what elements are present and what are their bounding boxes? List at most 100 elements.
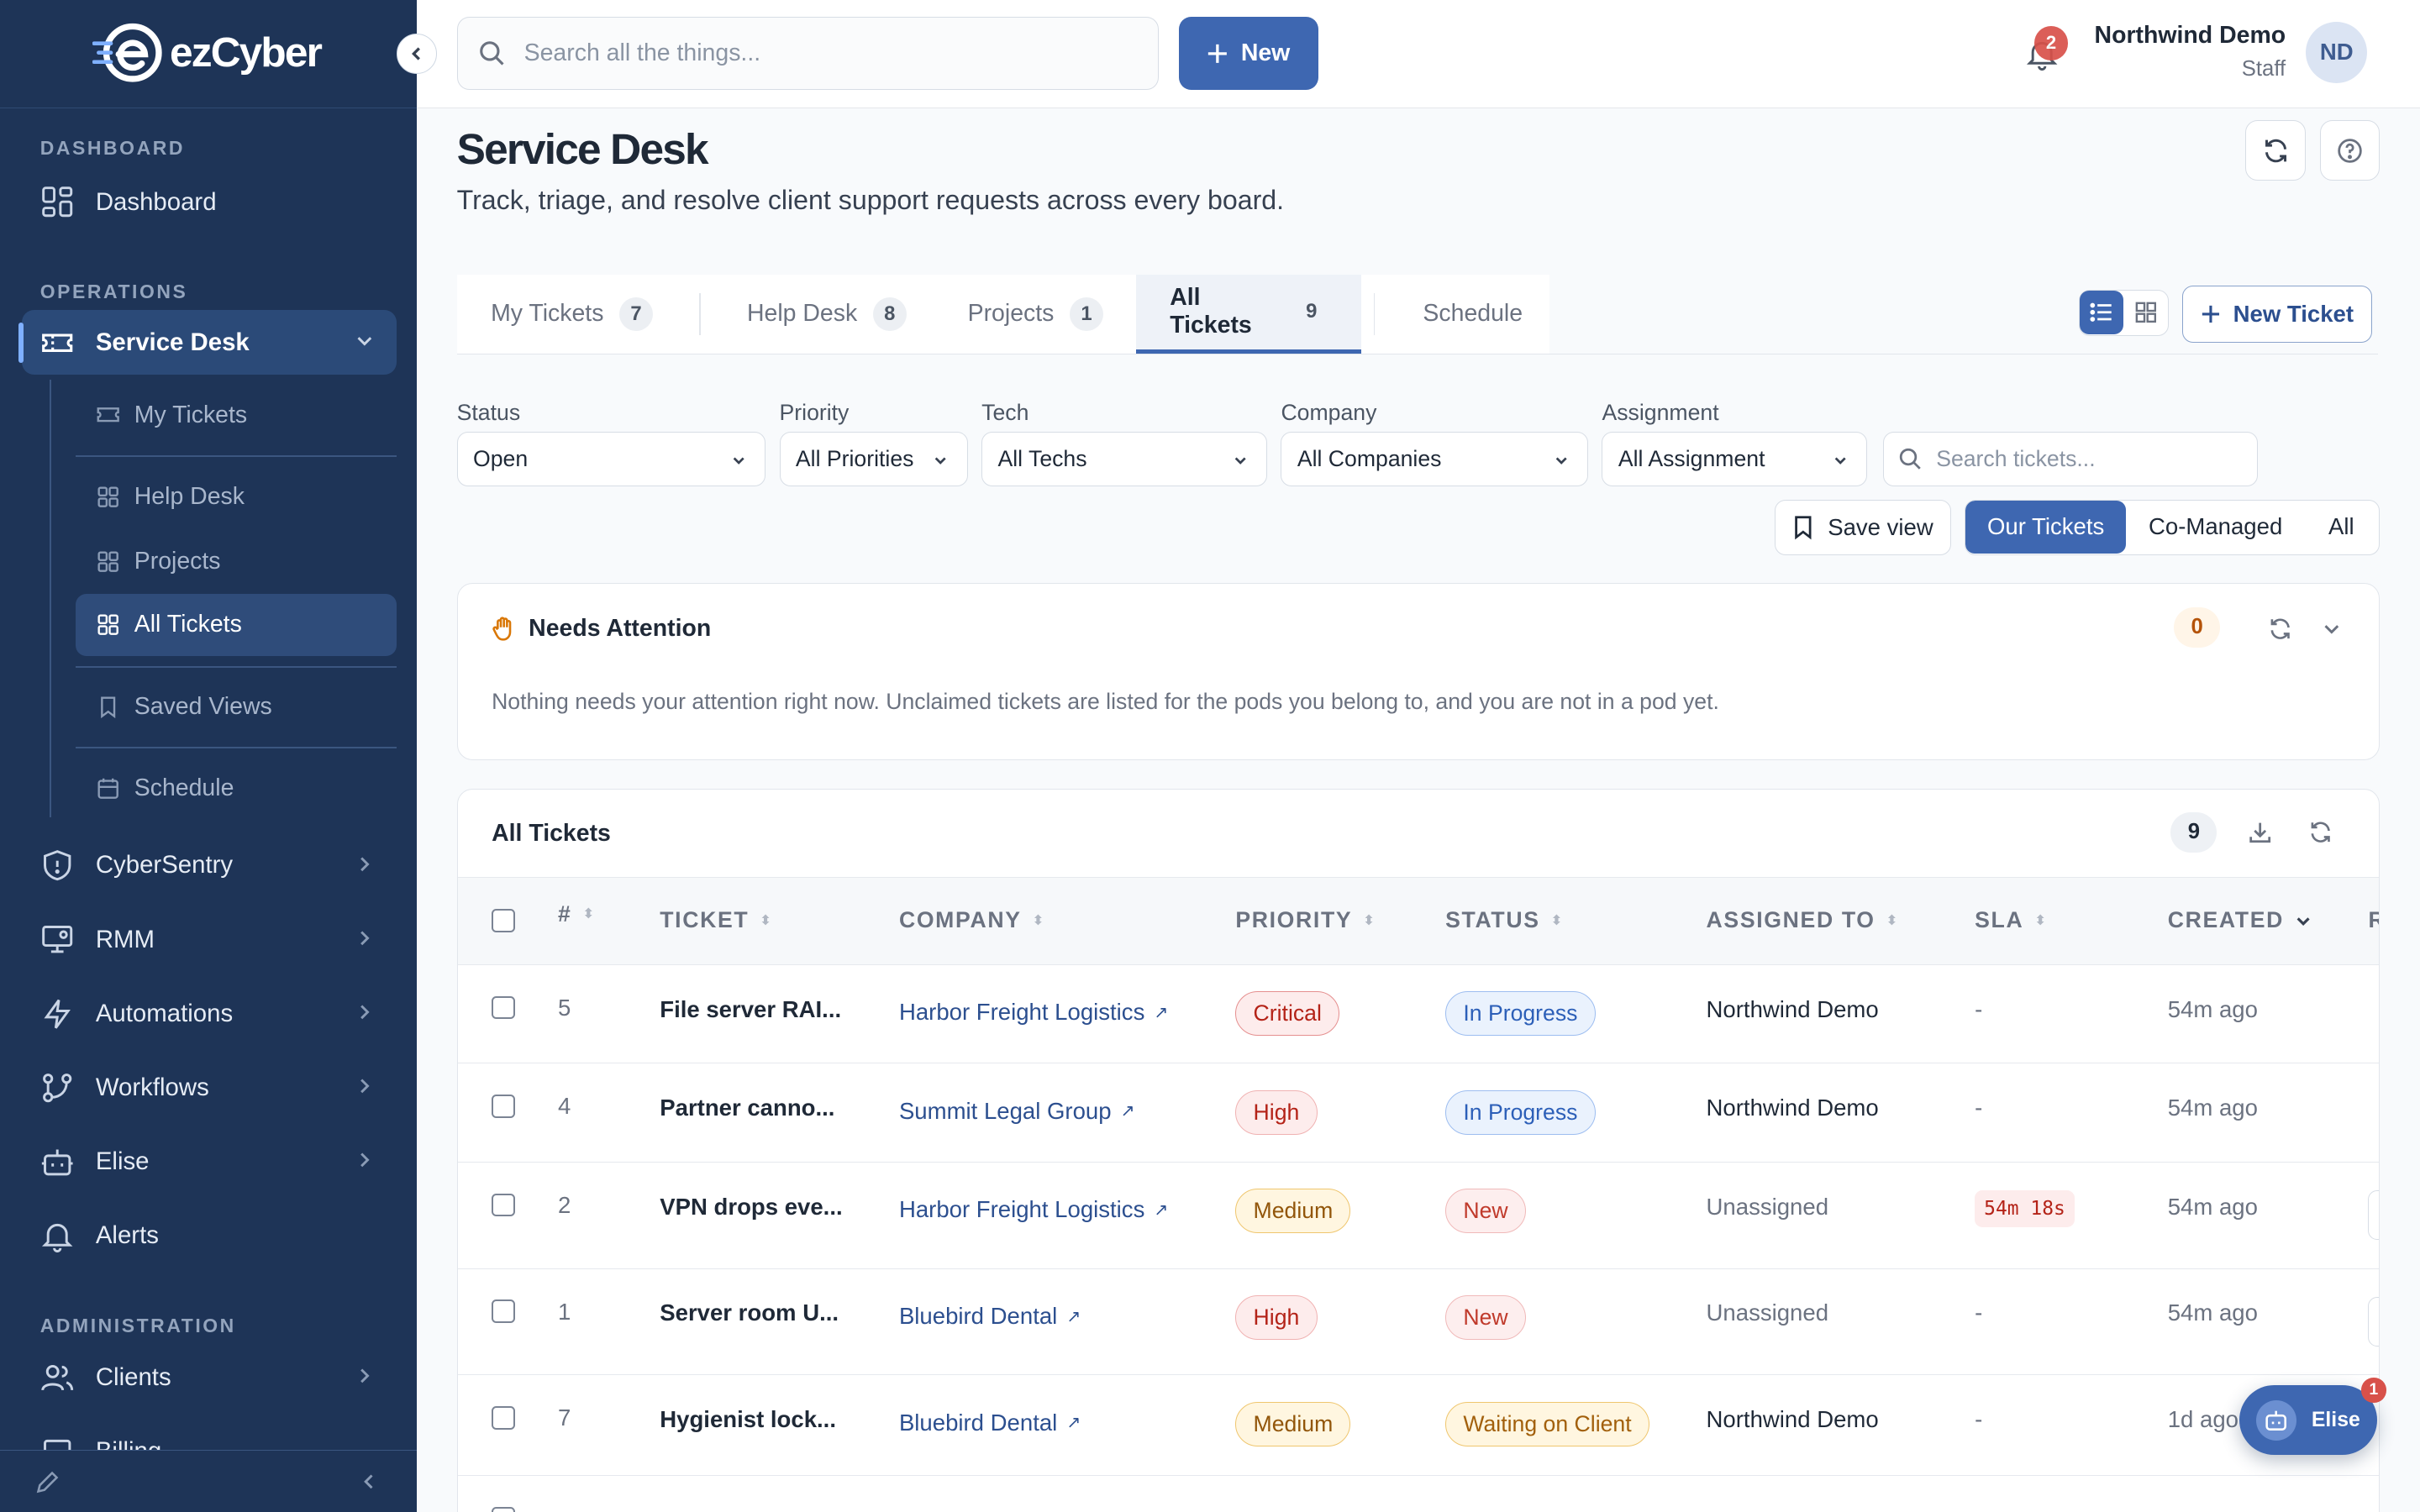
filter-priority-select[interactable]: All Priorities (779, 432, 968, 486)
sidebar-item-rmm[interactable]: RMM (22, 907, 397, 972)
row-checkbox[interactable] (492, 995, 515, 1020)
status-badge[interactable]: New (1445, 1294, 1526, 1341)
download-icon[interactable] (2248, 820, 2272, 844)
row-checkbox[interactable] (492, 1406, 515, 1430)
filter-assignment-select[interactable]: All Assignment (1602, 432, 1868, 486)
col-company[interactable]: COMPANY ⬍ (899, 907, 1045, 933)
logo[interactable]: ezCyber (92, 22, 323, 83)
external-link-icon: ↗ (1066, 1414, 1081, 1433)
sidebar-subitem-my-tickets[interactable]: My Tickets (76, 384, 397, 445)
row-action-button[interactable] (2368, 1190, 2380, 1240)
sidebar-subitem-help-desk[interactable]: Help Desk (76, 466, 397, 528)
col-priority[interactable]: PRIORITY ⬍ (1235, 907, 1376, 933)
chevron-left-icon[interactable] (358, 1471, 380, 1493)
sidebar-item-service-desk[interactable]: Service Desk (18, 310, 397, 375)
sidebar-item-clients[interactable]: Clients (22, 1346, 397, 1410)
table-row[interactable]: 7 Hygienist lock... Bluebird Dental ↗ Med… (457, 1375, 2380, 1476)
save-view-button[interactable]: Save view (1775, 500, 1951, 556)
col-status[interactable]: STATUS ⬍ (1445, 907, 1564, 933)
col-created[interactable]: CREATED (2168, 907, 2312, 933)
row-checkbox[interactable] (492, 1193, 515, 1217)
filter-tech-select[interactable]: All Techs (981, 432, 1267, 486)
scope-our-tickets[interactable]: Our Tickets (1965, 501, 2127, 554)
company-link[interactable]: Harbor Freight Logistics ↗ (899, 1196, 1168, 1223)
sidebar-item-automations[interactable]: Automations (22, 981, 397, 1046)
sidebar-item-elise[interactable]: Elise (22, 1129, 397, 1194)
company-link[interactable]: Summit Legal Group ↗ (899, 1098, 1135, 1125)
col-sla[interactable]: SLA ⬍ (1975, 907, 2048, 933)
ticket-title[interactable]: Server room U... (660, 1299, 839, 1326)
col-assigned[interactable]: ASSIGNED TO ⬍ (1707, 907, 1899, 933)
table-row[interactable]: 4 Partner canno... Summit Legal Group ↗ H… (457, 1063, 2380, 1163)
scope-all[interactable]: All (2305, 501, 2377, 553)
filter-status-select[interactable]: Open (456, 432, 765, 486)
status-badge[interactable]: In Progress (1445, 1089, 1596, 1135)
company-link[interactable]: Harbor Freight Logistics ↗ (899, 999, 1168, 1026)
col-extra[interactable]: R (2368, 907, 2379, 933)
chevron-down-icon (733, 457, 744, 465)
sidebar-item-alerts[interactable]: Alerts (22, 1204, 397, 1268)
plus-icon (2202, 305, 2220, 323)
sidebar-subitem-projects[interactable]: Projects (76, 531, 397, 592)
col-label: ASSIGNED TO (1706, 907, 1876, 933)
refresh-icon[interactable] (2268, 617, 2292, 641)
status-badge[interactable]: In Progress (1445, 991, 1596, 1037)
status-badge[interactable]: New (1445, 1189, 1526, 1234)
ticket-title[interactable]: VPN drops eve... (660, 1194, 842, 1221)
status-badge[interactable]: Waiting on Client (1445, 1401, 1649, 1446)
filter-company-select[interactable]: All Companies (1281, 432, 1588, 486)
sidebar-subitem-schedule[interactable]: Schedule (76, 758, 397, 819)
tab-projects[interactable]: Projects 1 (968, 275, 1104, 354)
sidebar-item-cybersentry[interactable]: CyberSentry (22, 833, 397, 898)
company-link[interactable]: Bluebird Dental ↗ (899, 1410, 1081, 1436)
grid-view-button[interactable] (2123, 291, 2167, 333)
ticket-title[interactable]: File server RAI... (660, 996, 841, 1023)
new-ticket-button[interactable]: New Ticket (2182, 285, 2372, 343)
row-checkbox[interactable] (492, 1506, 515, 1512)
lightning-icon (44, 999, 71, 1029)
col-num[interactable]: # ⬍ (558, 901, 596, 927)
chevron-down-icon (1555, 457, 1567, 465)
sidebar-subitem-saved-views[interactable]: Saved Views (76, 675, 397, 737)
company-link[interactable]: Bluebird Dental ↗ (899, 1303, 1081, 1330)
table-row[interactable]: 1 Server room U... Bluebird Dental ↗ High… (457, 1269, 2380, 1376)
tab-all-tickets[interactable]: All Tickets 9 (1135, 274, 1361, 354)
sidebar-subitem-all-tickets[interactable]: All Tickets (75, 594, 397, 656)
tab-help-desk[interactable]: Help Desk 8 (747, 275, 907, 354)
table-row[interactable]: 2 VPN drops eve... Harbor Freight Logist… (457, 1163, 2380, 1269)
created-time: 54m ago (2167, 1095, 2258, 1121)
new-button[interactable]: New (1179, 17, 1318, 90)
help-button[interactable] (2319, 120, 2381, 181)
collapse-sidebar-button[interactable] (397, 34, 437, 75)
elise-chat-button[interactable]: Elise (2239, 1385, 2377, 1455)
row-checkbox[interactable] (492, 1095, 515, 1118)
ticket-title[interactable]: Hygienist lock... (660, 1406, 836, 1433)
tab-label: Help Desk (746, 300, 858, 328)
tab-schedule[interactable]: Schedule (1423, 275, 1523, 354)
edit-icon[interactable] (34, 1468, 61, 1496)
row-action-button[interactable] (2368, 1296, 2380, 1347)
ticket-title[interactable]: Partner canno... (660, 1095, 834, 1121)
tab-my-tickets[interactable]: My Tickets 7 (491, 275, 654, 354)
col-label: R (2368, 907, 2379, 933)
global-search-input[interactable] (523, 39, 1111, 67)
table-row[interactable] (458, 1476, 2380, 1512)
refresh-icon[interactable] (2308, 820, 2333, 844)
sidebar-item-dashboard[interactable]: Dashboard (22, 170, 397, 234)
refresh-page-button[interactable] (2245, 120, 2307, 181)
chevron-down-icon[interactable] (2321, 618, 2343, 640)
table-row[interactable]: 5 File server RAI... Harbor Freight Logi… (457, 965, 2380, 1064)
col-ticket[interactable]: TICKET ⬍ (660, 907, 772, 933)
select-all-checkbox[interactable] (492, 908, 515, 932)
ticket-search[interactable] (1882, 432, 2259, 486)
global-search[interactable] (456, 17, 1160, 90)
list-view-button[interactable] (2080, 291, 2124, 334)
sidebar-item-workflows[interactable]: Workflows (22, 1055, 397, 1120)
avatar[interactable]: ND (2306, 21, 2368, 84)
ticket-search-input[interactable] (1936, 445, 2245, 472)
scope-co-managed[interactable]: Co-Managed (2126, 501, 2305, 553)
row-checkbox[interactable] (492, 1299, 515, 1324)
created-time: 54m ago (2167, 1299, 2258, 1326)
col-label: CREATED (2167, 907, 2285, 933)
logo-mark-icon (92, 23, 162, 82)
